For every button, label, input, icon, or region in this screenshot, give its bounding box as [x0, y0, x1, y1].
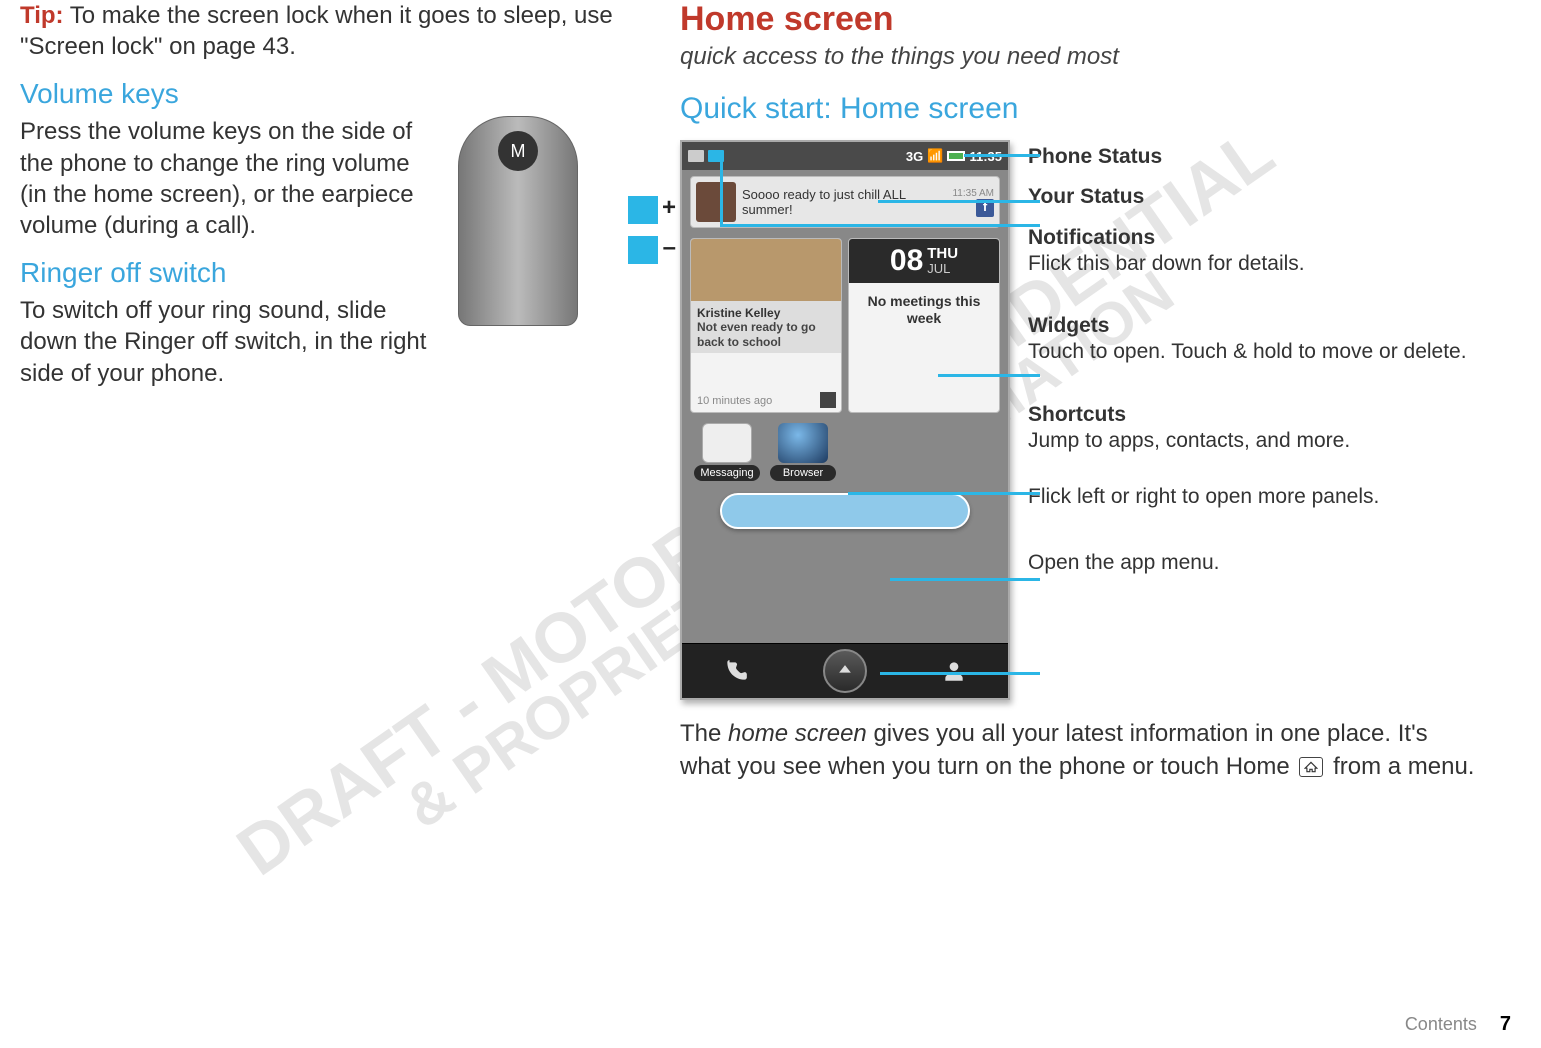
contact-time: 10 minutes ago — [697, 395, 772, 407]
minus-sign: – — [663, 234, 676, 262]
calendar-month: JUL — [927, 261, 958, 276]
home-key-icon — [1299, 757, 1323, 777]
motorola-badge-icon: M — [498, 131, 538, 171]
home-screen-subtitle: quick access to the things you need most — [680, 41, 1480, 72]
home-screen-diagram: 3G 📶 11:35 Soooo ready to just chill ALL… — [680, 140, 1480, 700]
avatar-icon — [696, 182, 736, 222]
callout-your-status: Your Status — [1028, 184, 1480, 210]
browser-icon — [778, 423, 828, 463]
status-bar[interactable]: 3G 📶 11:35 — [682, 142, 1008, 170]
home-screen-body: The home screen gives you all your lates… — [680, 718, 1480, 783]
bottom-nav — [682, 643, 1008, 698]
shortcut-label: Browser — [770, 465, 836, 481]
phone-body: M — [458, 116, 578, 326]
tip-text: To make the screen lock when it goes to … — [20, 2, 613, 60]
shortcut-messaging[interactable]: Messaging — [694, 423, 760, 481]
contacts-button[interactable] — [934, 651, 974, 691]
ringer-off-heading: Ringer off switch — [20, 257, 440, 289]
right-column: Home screen quick access to the things y… — [680, 0, 1480, 799]
contact-widget[interactable]: Kristine Kelley Not even ready to go bac… — [690, 238, 842, 413]
contact-status: Not even ready to go back to school — [691, 320, 841, 353]
contact-photo — [691, 239, 841, 301]
ringer-off-body: To switch off your ring sound, slide dow… — [20, 295, 440, 389]
mail-icon — [688, 150, 704, 162]
status-timestamp: 11:35 AM — [952, 188, 994, 199]
callout-notifications: Notifications Flick this bar down for de… — [1028, 225, 1480, 278]
callout-panels: Flick left or right to open more panels. — [1028, 484, 1480, 510]
tip-label: Tip: — [20, 2, 64, 29]
phone-side-illustration: M + – — [450, 116, 620, 336]
messaging-icon — [702, 423, 752, 463]
callout-widgets: Widgets Touch to open. Touch & hold to m… — [1028, 313, 1480, 366]
volume-keys-heading: Volume keys — [20, 78, 620, 110]
callout-phone-status: Phone Status — [1028, 144, 1480, 170]
volume-keys-body: Press the volume keys on the side of the… — [20, 116, 440, 241]
shortcuts-row: Messaging Browser — [694, 423, 996, 481]
widget-corner-icon — [820, 392, 836, 408]
callout-app-menu: Open the app menu. — [1028, 550, 1480, 576]
tip-paragraph: Tip: To make the screen lock when it goe… — [20, 0, 620, 62]
calendar-events: No meetings this week — [849, 283, 999, 337]
home-screen-title: Home screen — [680, 0, 1480, 39]
shortcut-browser[interactable]: Browser — [770, 423, 836, 481]
shortcut-label: Messaging — [694, 465, 760, 481]
battery-icon — [947, 151, 965, 161]
quick-start-heading: Quick start: Home screen — [680, 92, 1480, 126]
contact-name: Kristine Kelley — [691, 301, 841, 320]
dialer-button[interactable] — [716, 651, 756, 691]
network-type: 3G — [906, 149, 923, 164]
app-menu-button[interactable] — [823, 649, 867, 693]
callout-column: Phone Status Your Status Notifications F… — [1028, 140, 1480, 700]
footer-section: Contents — [1405, 1014, 1477, 1034]
volume-up-marker — [628, 196, 658, 224]
calendar-weekday: THU — [927, 246, 958, 261]
page-number: 7 — [1500, 1013, 1511, 1035]
calendar-widget[interactable]: 08 THU JUL No meetings this week — [848, 238, 1000, 413]
panel-indicator[interactable] — [720, 493, 970, 529]
plus-sign: + — [662, 194, 676, 222]
volume-down-marker — [628, 236, 658, 264]
page-footer: Contents 7 — [1405, 1013, 1511, 1036]
left-column: Tip: To make the screen lock when it goe… — [20, 0, 620, 799]
signal-icon: 📶 — [927, 148, 943, 164]
callout-shortcuts: Shortcuts Jump to apps, contacts, and mo… — [1028, 402, 1480, 455]
calendar-day: 08 — [890, 244, 923, 278]
